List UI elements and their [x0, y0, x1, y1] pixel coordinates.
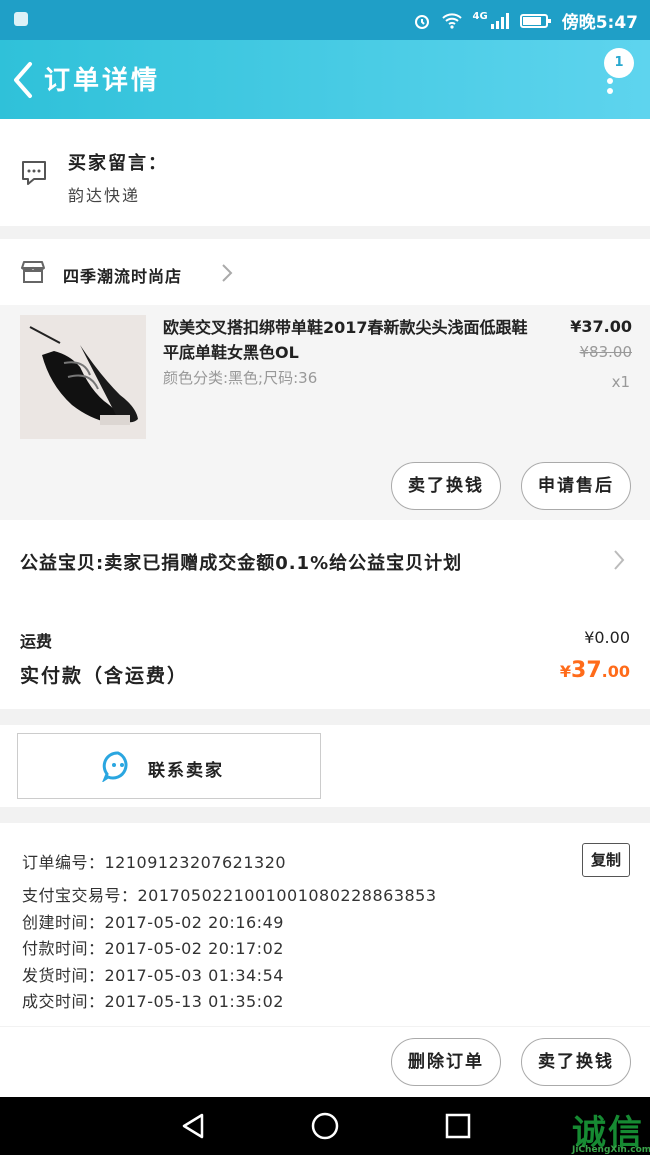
sell-resale-button[interactable]: 卖了换钱 [391, 462, 501, 510]
paid-decimal: .00 [601, 662, 630, 681]
copy-button[interactable]: 复制 [582, 843, 630, 877]
shop-row[interactable]: 四季潮流时尚店 [0, 239, 650, 305]
paid-label: 实付款（含运费） [20, 665, 189, 687]
paid-amount: ¥37.00 [560, 658, 630, 683]
product-thumbnail[interactable] [20, 315, 146, 439]
bottom-action-bar: 删除订单 卖了换钱 [0, 1027, 650, 1097]
shop-card: 四季潮流时尚店 欧美交叉搭扣绑带单鞋2017春新款尖头浅面低跟鞋平底单鞋女黑色O… [0, 239, 650, 520]
completed-time: 成交时间：2017-05-13 01:35:02 [22, 992, 284, 1011]
order-number: 订单编号：1210912320762132​0 [22, 853, 287, 872]
alarm-icon [414, 14, 429, 29]
shipping-label: 运费 [20, 632, 53, 651]
watermark-sub: JiChengXin.com [572, 1145, 650, 1155]
status-time: 傍晚5:47 [561, 13, 638, 33]
shipping-value: ¥0.00 [584, 628, 630, 647]
chevron-right-icon[interactable] [612, 548, 626, 572]
wifi-icon [441, 12, 462, 29]
contact-seller-button[interactable]: 联系卖家 [17, 733, 321, 799]
product-quantity: x1 [611, 373, 630, 391]
system-nav-bar: 诚信 JiChengXin.com [0, 1097, 650, 1155]
alipay-number: 支付宝交易号：2017050221001001080228863853 [22, 886, 437, 905]
apply-aftersale-button[interactable]: 申请售后 [521, 462, 631, 510]
order-item[interactable]: 欧美交叉搭扣绑带单鞋2017春新款尖头浅面低跟鞋平底单鞋女黑色OL 颜色分类:黑… [0, 305, 650, 520]
product-title[interactable]: 欧美交叉搭扣绑带单鞋2017春新款尖头浅面低跟鞋平底单鞋女黑色OL [163, 315, 538, 365]
notification-icon [14, 12, 28, 26]
sell-resale-bottom-button[interactable]: 卖了换钱 [521, 1038, 631, 1086]
signal-icon [490, 12, 509, 29]
buyer-message-value: 韵达快递 [68, 186, 141, 205]
network-label: 4G [472, 11, 488, 22]
more-menu-button[interactable] [600, 50, 630, 110]
paid-currency: ¥ [559, 662, 572, 681]
paid-time: 付款时间：2017-05-02 20:17:02 [22, 939, 284, 958]
paid-integer: 37 [571, 658, 602, 683]
watermark: 诚信 JiChengXin.com [572, 1105, 650, 1155]
charity-text[interactable]: 公益宝贝:卖家已捐赠成交金额0.1%给公益宝贝计划 [20, 549, 462, 575]
created-time: 创建时间：2017-05-02 20:16:49 [22, 913, 284, 932]
status-icons: 4G 傍晚5:47 [413, 8, 638, 33]
product-sku: 颜色分类:黑色;尺码:36 [163, 369, 318, 387]
delete-order-button[interactable]: 删除订单 [391, 1038, 501, 1086]
message-icon [22, 161, 46, 185]
contact-card: 联系卖家 [0, 725, 650, 807]
product-price: ¥37.00 [570, 317, 632, 336]
nav-recents-icon[interactable] [443, 1111, 473, 1141]
battery-icon [519, 13, 551, 28]
back-button[interactable] [6, 58, 42, 102]
chat-face-icon [102, 751, 128, 782]
buyer-message-label: 买家留言： [68, 153, 168, 174]
order-info-card: 订单编号：1210912320762132​0 复制 支付宝交易号：201705… [0, 823, 650, 1026]
back-arrow-icon [14, 62, 32, 98]
nav-back-icon[interactable] [178, 1111, 208, 1141]
page-title: 订单详情 [44, 66, 161, 96]
buyer-message-card: 买家留言： 韵达快递 [0, 119, 650, 226]
status-bar: 4G 傍晚5:47 [0, 0, 650, 40]
shipped-time: 发货时间：2017-05-03 01:34:54 [22, 966, 284, 985]
charity-summary-card: 公益宝贝:卖家已捐赠成交金额0.1%给公益宝贝计划 运费 ¥0.00 实付款（含… [0, 520, 650, 709]
product-original-price: ¥83.00 [579, 343, 633, 361]
store-icon [21, 261, 45, 283]
shoe-image [20, 315, 146, 439]
contact-seller-label: 联系卖家 [148, 761, 224, 781]
shop-name: 四季潮流时尚店 [63, 267, 183, 286]
app-header: 订单详情 1 [0, 40, 650, 119]
chevron-right-icon [222, 264, 233, 282]
nav-home-icon[interactable] [310, 1111, 340, 1141]
